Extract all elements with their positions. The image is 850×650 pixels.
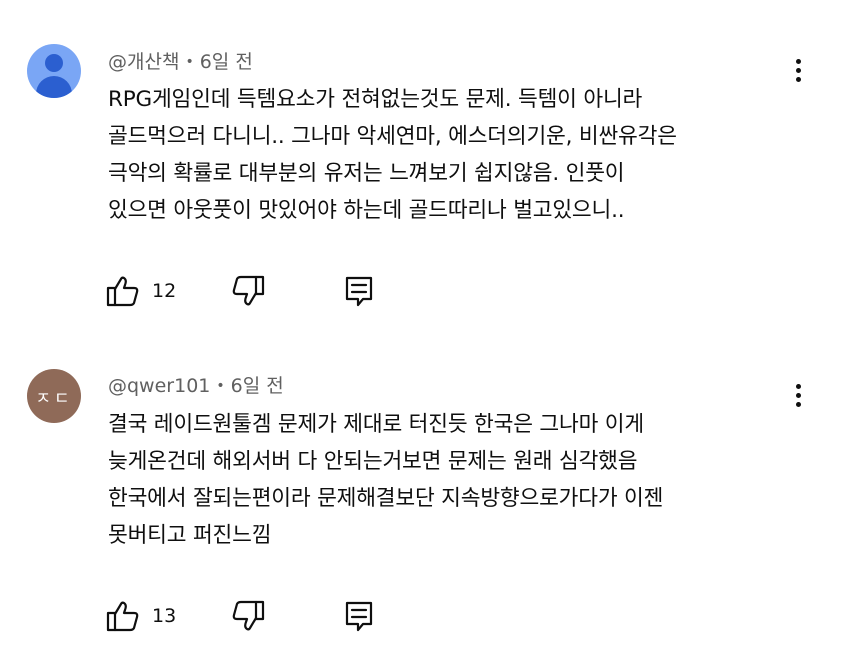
comment-text: 결국 레이드원툴겜 문제가 제대로 터진듯 한국은 그나마 이게 늦게온건데 해… — [108, 406, 798, 554]
comment-text-line: RPG게임인데 득템요소가 전혀없는것도 문제. 득템이 아니라 — [108, 87, 643, 112]
comment-time[interactable]: 6일 전 — [231, 375, 284, 397]
comment-author[interactable]: @qwer101 — [108, 375, 210, 397]
separator-dot: • — [216, 378, 225, 394]
comment-meta: @개산책 • 6일 전 — [108, 50, 253, 74]
reply-button[interactable] — [344, 598, 374, 634]
reply-comment-icon — [345, 601, 373, 632]
avatar[interactable] — [27, 44, 81, 98]
dislike-button[interactable] — [231, 598, 265, 634]
dislike-button[interactable] — [231, 273, 265, 309]
comment-text-line: 못버티고 퍼진느낌 — [108, 523, 272, 548]
reply-comment-icon — [345, 276, 373, 307]
like-count: 12 — [152, 280, 177, 302]
thumbs-up-icon — [106, 601, 139, 632]
avatar-initials: ㅈㄷ — [35, 388, 73, 409]
comment-text-line: 골드먹으러 다니니.. 그나마 악세연마, 에스더의기운, 비싼유각은 — [108, 124, 677, 149]
thumbs-down-icon — [232, 600, 265, 631]
like-button[interactable]: 12 — [106, 273, 176, 309]
comment-text-line: 있으면 아웃풋이 맛있어야 하는데 골드따리나 벌고있으니.. — [108, 198, 625, 223]
like-count: 13 — [152, 605, 177, 627]
avatar[interactable]: ㅈㄷ — [27, 369, 81, 423]
reply-button[interactable] — [344, 273, 374, 309]
comment-time[interactable]: 6일 전 — [200, 51, 253, 73]
separator-dot: • — [185, 54, 194, 70]
comment-text: RPG게임인데 득템요소가 전혀없는것도 문제. 득템이 아니라 골드먹으러 다… — [108, 81, 798, 229]
thumbs-down-icon — [232, 275, 265, 306]
comment-author[interactable]: @개산책 — [108, 51, 179, 73]
comment-text-line: 한국에서 잘되는편이라 문제해결보단 지속방향으로가다가 이젠 — [108, 486, 664, 511]
person-icon-body — [36, 76, 72, 98]
like-button[interactable]: 13 — [106, 598, 176, 634]
thumbs-up-icon — [106, 276, 139, 307]
comment-text-line: 결국 레이드원툴겜 문제가 제대로 터진듯 한국은 그나마 이게 — [108, 412, 644, 437]
comment-text-line: 극악의 확률로 대부분의 유저는 느껴보기 쉽지않음. 인풋이 — [108, 161, 625, 186]
comment-meta: @qwer101 • 6일 전 — [108, 374, 284, 398]
comment-text-line: 늦게온건데 해외서버 다 안되는거보면 문제는 원래 심각했음 — [108, 449, 638, 474]
person-icon-head — [45, 54, 63, 72]
